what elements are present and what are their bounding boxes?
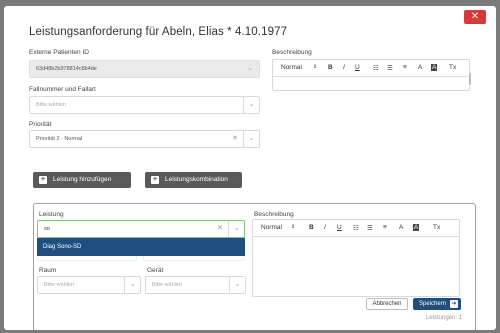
- chevron-down-icon[interactable]: ⌄: [243, 97, 259, 113]
- geraet-select[interactable]: Bitte wählen ⌄: [145, 276, 246, 294]
- geraet-label: Gerät: [147, 267, 164, 274]
- add-kombination-button[interactable]: + Leistungskombination: [145, 172, 242, 188]
- italic-button[interactable]: I: [324, 224, 326, 231]
- leistung-label: Leistung: [39, 211, 64, 218]
- dropdown-option[interactable]: Diag Sono-SD: [37, 238, 245, 256]
- bold-button[interactable]: B: [309, 224, 314, 231]
- leistung-search-value: so: [44, 226, 50, 232]
- geraet-placeholder: Bitte wählen: [152, 282, 182, 288]
- cancel-button[interactable]: Abbrechen: [366, 298, 408, 310]
- fallnummer-placeholder: Bitte wählen: [36, 102, 66, 108]
- externe-patienten-id-label: Externe Patienten ID: [29, 49, 89, 56]
- chevron-down-icon[interactable]: ⌄: [124, 277, 140, 293]
- format-select[interactable]: Normal: [261, 224, 282, 231]
- arrow-right-icon: ➜: [450, 300, 458, 308]
- prioritaet-label: Priorität: [29, 121, 52, 128]
- align-icon[interactable]: ≡: [383, 224, 387, 231]
- raum-placeholder: Bitte wählen: [44, 282, 74, 288]
- bold-button[interactable]: B: [328, 64, 333, 71]
- underline-button[interactable]: U: [337, 224, 342, 231]
- align-icon[interactable]: ≡: [403, 64, 407, 71]
- add-leistung-label: Leistung hinzufügen: [53, 176, 112, 183]
- format-select[interactable]: Normal: [281, 64, 302, 71]
- raum-select[interactable]: Bitte wählen ⌄: [37, 276, 141, 294]
- clear-icon[interactable]: ✕: [230, 131, 240, 147]
- modal-title: Leistungsanforderung für Abeln, Elias * …: [29, 26, 288, 38]
- format-chevron-icon[interactable]: ⇕: [291, 224, 295, 230]
- plus-icon: +: [39, 176, 47, 184]
- leistung-search-input[interactable]: so ✕ ⌄: [37, 220, 245, 238]
- background-color-icon[interactable]: A: [413, 224, 420, 231]
- leistungen-count: Leistungen: 1: [426, 315, 463, 321]
- scrollbar[interactable]: [469, 73, 471, 85]
- bullet-list-icon[interactable]: ☰: [367, 224, 373, 232]
- font-color-icon[interactable]: A: [399, 224, 403, 231]
- chevron-down-icon[interactable]: ⌄: [243, 131, 259, 147]
- background-color-icon[interactable]: A: [431, 64, 438, 71]
- editor-toolbar: Normal ⇕ B I U ☷ ☰ ≡ A A Tx: [273, 60, 469, 77]
- plus-icon: +: [151, 176, 159, 184]
- fallnummer-label: Fallnummer und Fallart: [29, 86, 96, 93]
- ordered-list-icon[interactable]: ☷: [353, 224, 359, 232]
- save-label: Speichern: [419, 301, 447, 307]
- chevron-down-icon[interactable]: ⌄: [229, 277, 245, 293]
- prioritaet-value: Priorität 2 - Normal: [36, 136, 83, 142]
- raum-label: Raum: [39, 267, 57, 274]
- prioritaet-select[interactable]: Priorität 2 - Normal ✕ ⌄: [29, 130, 260, 148]
- add-leistung-button[interactable]: + Leistung hinzufügen: [33, 172, 131, 188]
- clear-format-icon[interactable]: Tx: [449, 64, 456, 71]
- clear-icon[interactable]: ✕: [215, 221, 225, 237]
- modal-dialog: ✕ Leistungsanforderung für Abeln, Elias …: [4, 6, 496, 330]
- font-color-icon[interactable]: A: [418, 64, 422, 71]
- italic-button[interactable]: I: [343, 64, 345, 71]
- bullet-list-icon[interactable]: ☰: [387, 64, 393, 72]
- panel-beschreibung-label: Beschreibung: [254, 211, 294, 218]
- panel-editor-toolbar: Normal ⇕ B I U ☷ ☰ ≡ A A Tx: [253, 220, 459, 237]
- beschreibung-label: Beschreibung: [272, 49, 312, 56]
- format-chevron-icon[interactable]: ⇕: [313, 64, 317, 70]
- fallnummer-select[interactable]: Bitte wählen ⌄: [29, 96, 260, 114]
- panel-beschreibung-editor[interactable]: Normal ⇕ B I U ☷ ☰ ≡ A A Tx: [252, 219, 460, 297]
- close-button[interactable]: ✕: [464, 10, 486, 24]
- externe-patienten-id-value: 63d48b2b978814c8b4de: [36, 66, 97, 72]
- chevron-down-icon: ⌄: [247, 65, 253, 72]
- underline-button[interactable]: U: [355, 64, 360, 71]
- chevron-down-icon[interactable]: ⌄: [228, 221, 244, 237]
- externe-patienten-id-field: 63d48b2b978814c8b4de ⌄: [29, 60, 260, 78]
- clear-format-icon[interactable]: Tx: [433, 224, 440, 231]
- ordered-list-icon[interactable]: ☷: [373, 64, 379, 72]
- add-kombination-label: Leistungskombination: [165, 176, 228, 183]
- save-button[interactable]: Speichern ➜: [413, 298, 461, 310]
- beschreibung-editor[interactable]: Normal ⇕ B I U ☷ ☰ ≡ A A Tx: [272, 59, 470, 91]
